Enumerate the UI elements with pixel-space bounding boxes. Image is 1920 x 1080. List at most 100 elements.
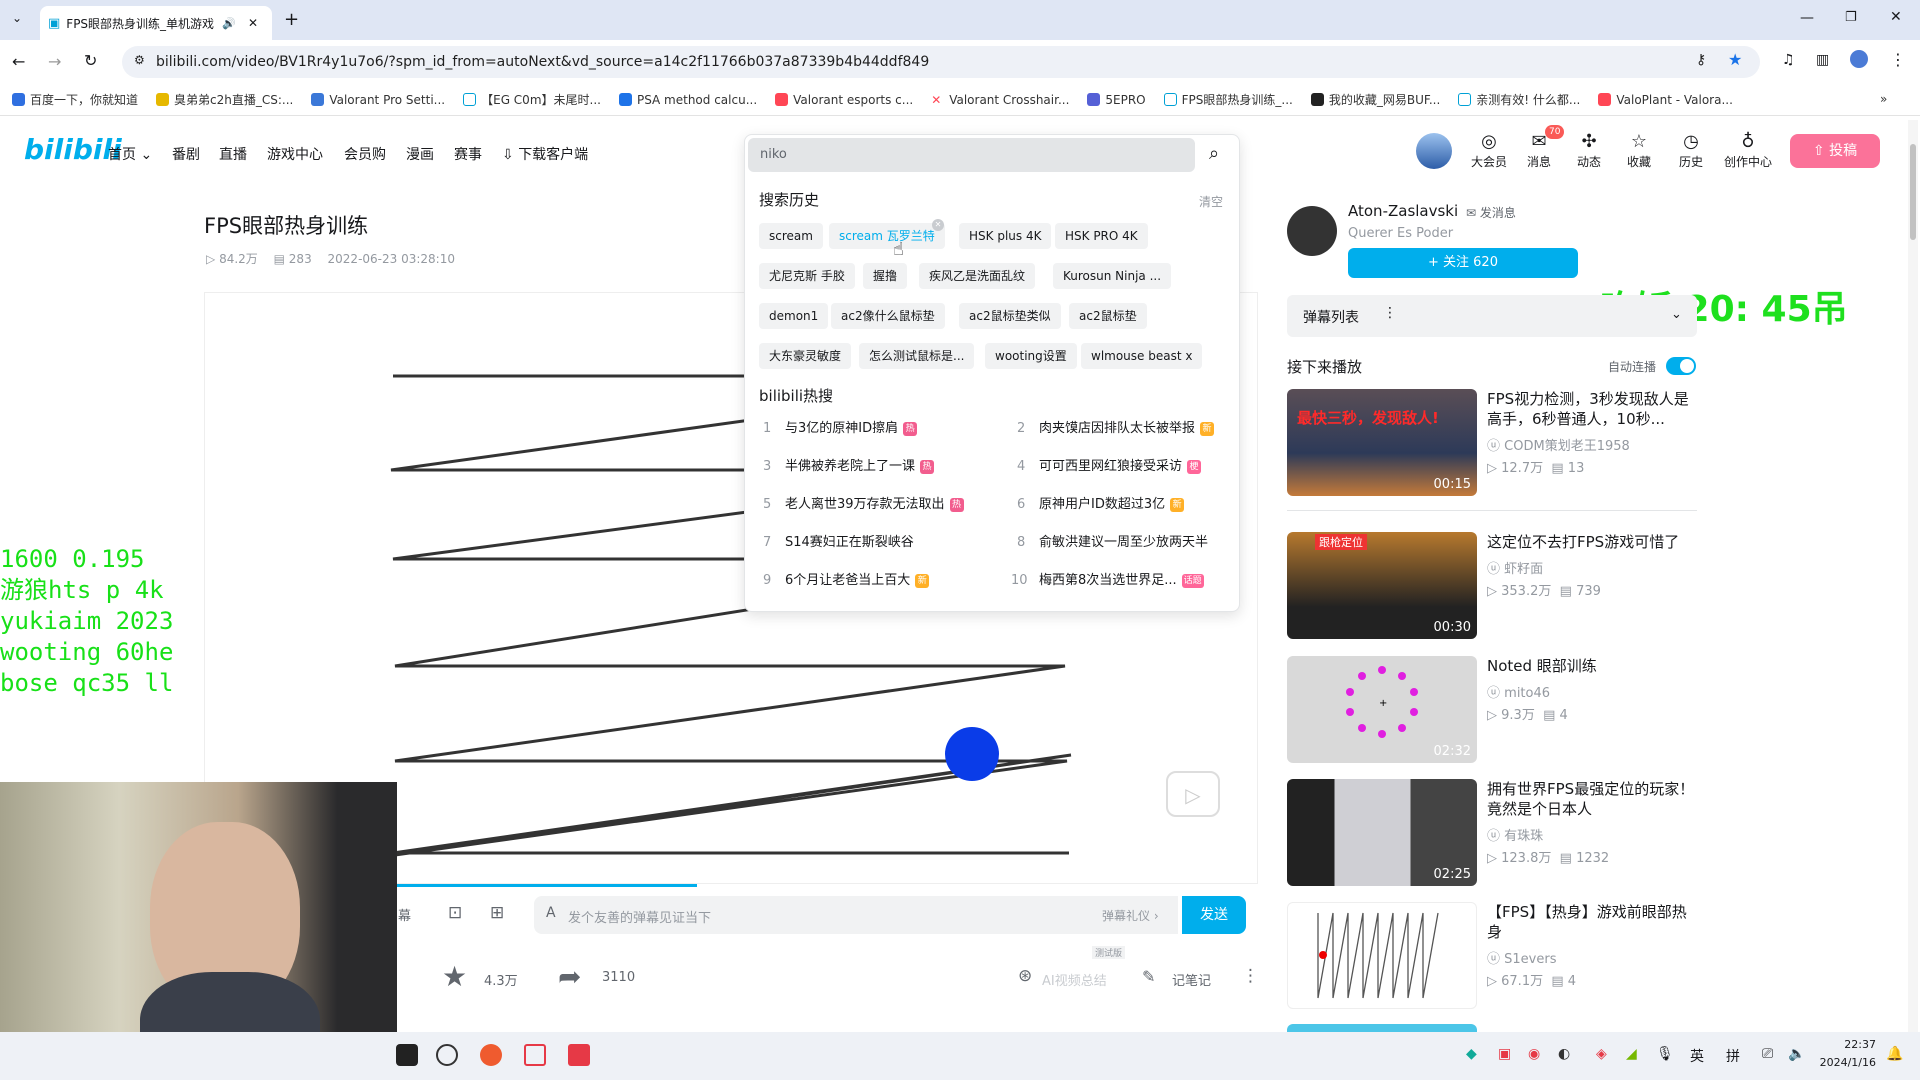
creator-center-link[interactable]: ♁ 创作中心 (1720, 131, 1776, 170)
bookmark-item[interactable]: 5EPRO (1087, 93, 1146, 107)
ai-robot-icon[interactable]: ⊛ (1018, 966, 1032, 986)
card-title[interactable]: Noted 眼部训练 (1487, 656, 1697, 676)
share-arrow-icon[interactable]: ➦ (558, 960, 581, 993)
page-scrollbar[interactable] (1908, 120, 1918, 1032)
volume-icon[interactable]: 🔈 (1788, 1046, 1805, 1062)
upload-button[interactable]: ⇧ 投稿 (1790, 134, 1880, 168)
clock-date[interactable]: 2024/1/16 (1818, 1056, 1876, 1069)
media-icon[interactable]: ♫ (1782, 52, 1795, 68)
site-info-icon[interactable]: ⚙ (134, 53, 145, 67)
send-danmaku-button[interactable]: 发送 (1182, 896, 1246, 934)
more-bookmarks-icon[interactable]: » (1880, 92, 1887, 106)
tray-icon[interactable]: ◉ (1528, 1046, 1540, 1062)
history-tag[interactable]: ac2鼠标垫 (1069, 303, 1147, 329)
sidepanel-icon[interactable]: ▥ (1816, 52, 1829, 68)
address-bar[interactable]: ⚙ bilibili.com/video/BV1Rr4y1u7o6/?spm_i… (122, 46, 1760, 78)
tray-icon[interactable]: ◐ (1558, 1046, 1570, 1062)
card-author[interactable]: ⓤ mito46 (1487, 682, 1550, 701)
history-tag[interactable]: HSK plus 4K (959, 223, 1052, 249)
new-tab-icon[interactable]: + (284, 9, 299, 30)
nav-home[interactable]: 首页 ⌄ (108, 144, 152, 164)
autoplay-toggle[interactable] (1666, 357, 1696, 375)
ime-pinyin[interactable]: 拼 (1726, 1046, 1740, 1066)
text-format-icon[interactable]: A (546, 905, 556, 921)
uploader-avatar[interactable] (1287, 206, 1337, 256)
bookmark-item[interactable]: 亲测有效! 什么都... (1458, 91, 1580, 108)
minimize-icon[interactable]: — (1800, 10, 1814, 26)
chevron-down-icon[interactable]: ⌄ (1671, 307, 1682, 322)
more-actions-icon[interactable]: ⋮ (1242, 966, 1259, 986)
history-tag[interactable]: ac2鼠标垫类似 (959, 303, 1061, 329)
audio-icon[interactable]: 🔊 (222, 17, 236, 30)
clock-time[interactable]: 22:37 (1818, 1038, 1876, 1051)
nav-bangumi[interactable]: 番剧 (172, 144, 200, 164)
ime-english[interactable]: 英 (1690, 1046, 1704, 1066)
profile-avatar[interactable] (1850, 50, 1868, 68)
back-icon[interactable]: ← (12, 52, 25, 71)
bookmark-item[interactable]: 【EG C0m】未尾时... (463, 91, 601, 108)
hot-search-item[interactable]: 6 原神用户ID数超过3亿新 (1017, 493, 1185, 512)
riot-app-icon[interactable] (568, 1044, 590, 1066)
tab-close-icon[interactable]: ✕ (248, 16, 258, 30)
history-tag[interactable]: Kurosun Ninja ... (1053, 263, 1172, 289)
clear-history-button[interactable]: 清空 (1199, 193, 1223, 210)
remove-history-icon[interactable]: ✕ (932, 219, 944, 231)
notification-icon[interactable]: 🔔 (1886, 1046, 1903, 1062)
bookmark-star-icon[interactable]: ★ (1728, 50, 1742, 69)
nvidia-icon[interactable]: ◢ (1626, 1046, 1637, 1062)
history-tag[interactable]: scream 瓦罗兰特 (829, 223, 945, 249)
history-tag[interactable]: HSK PRO 4K (1055, 223, 1148, 249)
nav-esports[interactable]: 赛事 (454, 144, 482, 164)
hot-search-item[interactable]: 1 与3亿的原神ID擦肩热 (763, 417, 918, 436)
danmaku-input[interactable]: A 发个友善的弹幕见证当下 弹幕礼仪 › (534, 896, 1178, 934)
nav-download-client[interactable]: ⇩ 下载客户端 (502, 144, 588, 164)
card-author[interactable]: ⓤ CODM策划老王1958 (1487, 435, 1630, 454)
nav-manga[interactable]: 漫画 (406, 144, 434, 164)
search-icon[interactable]: ⌕ (1209, 143, 1219, 164)
uploader-name[interactable]: Aton-Zaslavski (1348, 202, 1458, 220)
bookmark-item[interactable]: ValoPlant - Valora... (1598, 93, 1733, 107)
history-tag[interactable]: 握撸 (863, 263, 908, 289)
recommend-card[interactable]: 最快三秒，发现敌人! 00:15 FPS视力检测，3秒发现敌人是高手，6秒普通人… (1287, 389, 1697, 499)
bookmark-item[interactable]: Valorant Pro Setti... (311, 93, 445, 107)
video-thumbnail[interactable]: 02:25 (1287, 779, 1477, 886)
obs-app-icon[interactable] (436, 1044, 458, 1066)
bookmark-item[interactable]: ✕ Valorant Crosshair... (931, 93, 1069, 108)
history-tag[interactable]: 疾风乙是洗面乱纹 (919, 263, 1036, 289)
hot-search-item[interactable]: 7 S14赛妇正在斯裂峡谷 (763, 531, 914, 550)
history-tag[interactable]: 怎么测试鼠标是... (859, 343, 975, 369)
hot-search-item[interactable]: 9 6个月让老爸当上百大新 (763, 569, 930, 588)
video-thumbnail[interactable]: 最快三秒，发现敌人! 00:15 (1287, 389, 1477, 496)
nav-game-center[interactable]: 游戏中心 (267, 144, 323, 164)
hot-search-item[interactable]: 4 可可西里网红狼接受采访梗 (1017, 455, 1202, 474)
send-message-link[interactable]: ✉ 发消息 (1466, 204, 1516, 221)
tray-icon[interactable]: ◈ (1596, 1046, 1607, 1062)
microphone-icon[interactable]: 🎙 (1656, 1046, 1674, 1062)
history-tag[interactable]: wlmouse beast x (1081, 343, 1203, 369)
bookmark-item[interactable]: 百度一下，你就知道 (12, 91, 138, 108)
recommend-card[interactable]: 跟枪定位 00:30 这定位不去打FPS游戏可惜了 ⓤ 虾籽面 ▷ 353.2万… (1287, 532, 1697, 642)
danmaku-settings-icon[interactable]: ⊞ (490, 903, 504, 923)
app-icon[interactable] (480, 1044, 502, 1066)
danmaku-list-more-icon[interactable]: ⋮ (1383, 305, 1397, 321)
valorant-app-icon[interactable] (524, 1044, 546, 1066)
ai-summary-button[interactable]: AI视频总结 (1042, 970, 1107, 989)
network-icon[interactable]: ⎚ (1762, 1046, 1773, 1062)
card-title[interactable]: FPS视力检测，3秒发现敌人是高手，6秒普通人，10秒... (1487, 389, 1697, 429)
nav-mall[interactable]: 会员购 (344, 144, 386, 164)
recommend-card[interactable]: 08:30 【FPS】【热身】游戏前眼部热身 ⓤ S1evers ▷ 67.1万… (1287, 902, 1697, 1012)
tab-list-icon[interactable]: ⌄ (12, 11, 22, 25)
progress-indicator[interactable] (397, 884, 697, 887)
bookmark-item[interactable]: Valorant esports c... (775, 93, 913, 107)
tray-icon[interactable]: ▣ (1498, 1046, 1511, 1062)
vip-link[interactable]: ◎ 大会员 (1467, 131, 1511, 170)
scrollbar-thumb[interactable] (1910, 144, 1916, 240)
note-icon[interactable]: ✎ (1142, 967, 1155, 986)
history-link[interactable]: ◷ 历史 (1669, 131, 1713, 170)
video-thumbnail[interactable]: + 02:32 (1287, 656, 1477, 763)
bookmark-item[interactable]: FPS眼部热身训练_... (1163, 91, 1293, 108)
bookmark-item[interactable]: 我的收藏_网易BUF... (1310, 91, 1440, 108)
hot-search-item[interactable]: 3 半佛被养老院上了一课热 (763, 455, 935, 474)
recommend-card[interactable]: 02:25 拥有世界FPS最强定位的玩家！竟然是个日本人 ⓤ 有珠珠 ▷ 123… (1287, 779, 1697, 889)
video-thumbnail[interactable]: 跟枪定位 00:30 (1287, 532, 1477, 639)
